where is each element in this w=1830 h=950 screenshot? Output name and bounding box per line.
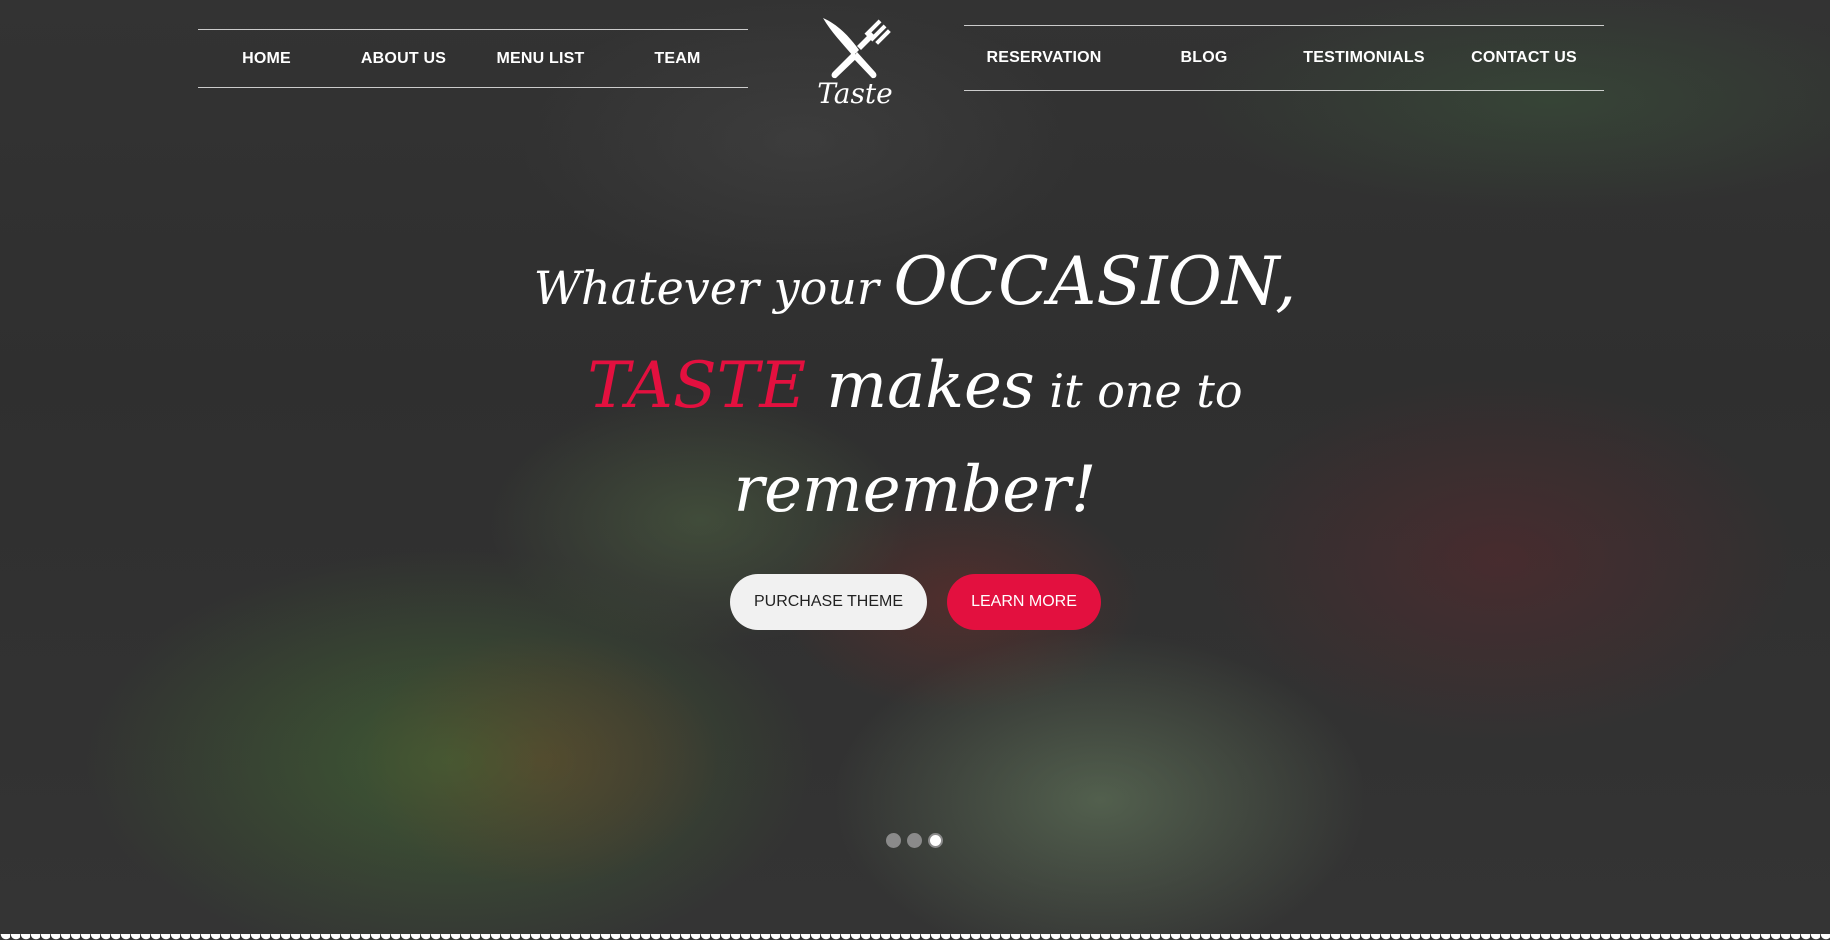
nav-testimonials[interactable]: TESTIMONIALS bbox=[1284, 49, 1444, 67]
headline-text: it one to bbox=[1034, 364, 1243, 418]
logo-text: Taste bbox=[817, 77, 893, 110]
hero-section: HOME ABOUT US MENU LIST TEAM Taste RESER… bbox=[0, 0, 1830, 940]
hero-headline: Whatever your OCCASION, TASTE makes it o… bbox=[415, 230, 1415, 542]
nav-team[interactable]: TEAM bbox=[609, 50, 746, 68]
nav-menu-list[interactable]: MENU LIST bbox=[472, 50, 609, 68]
headline-line-2: TASTE makes it one to bbox=[415, 334, 1415, 438]
headline-text: Whatever your bbox=[533, 261, 894, 315]
nav-blog[interactable]: BLOG bbox=[1124, 49, 1284, 67]
purchase-theme-button[interactable]: PURCHASE THEME bbox=[730, 574, 927, 630]
slider-dot-3[interactable] bbox=[928, 833, 943, 848]
headline-makes: makes bbox=[806, 349, 1035, 423]
main-nav-left: HOME ABOUT US MENU LIST TEAM bbox=[198, 29, 748, 88]
headline-brand-accent: TASTE bbox=[587, 349, 807, 423]
nav-contact-us[interactable]: CONTACT US bbox=[1444, 49, 1604, 67]
fork-knife-icon bbox=[812, 16, 898, 82]
headline-line-3: remember! bbox=[415, 438, 1415, 542]
main-nav-right: RESERVATION BLOG TESTIMONIALS CONTACT US bbox=[964, 25, 1604, 91]
headline-remember: remember! bbox=[733, 453, 1097, 527]
slider-dot-1[interactable] bbox=[886, 833, 901, 848]
slider-pagination bbox=[886, 833, 943, 848]
headline-line-1: Whatever your OCCASION, bbox=[415, 230, 1415, 334]
learn-more-button[interactable]: LEARN MORE bbox=[947, 574, 1101, 630]
slider-dot-2[interactable] bbox=[907, 833, 922, 848]
nav-reservation[interactable]: RESERVATION bbox=[964, 49, 1124, 67]
headline-occasion: OCCASION, bbox=[893, 243, 1297, 320]
nav-home[interactable]: HOME bbox=[198, 50, 335, 68]
nav-about-us[interactable]: ABOUT US bbox=[335, 50, 472, 68]
site-logo[interactable]: Taste bbox=[812, 16, 898, 112]
